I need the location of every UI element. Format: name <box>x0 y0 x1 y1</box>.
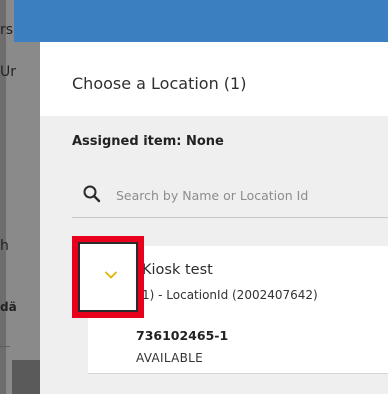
search-input[interactable] <box>116 185 376 205</box>
search-field[interactable] <box>72 172 388 218</box>
background-app <box>0 0 40 394</box>
background-text-fragment: h <box>0 238 9 254</box>
expand-toggle-button[interactable] <box>72 236 144 318</box>
dialog-header: Choose a Location (1) <box>40 42 388 116</box>
location-dialog: Choose a Location (1) Assigned item: Non… <box>40 42 388 394</box>
background-text-fragment: rs <box>0 22 14 38</box>
background-shadow <box>12 360 40 394</box>
item-id: 736102465-1 <box>136 328 229 343</box>
assigned-item-label: Assigned item: None <box>72 134 224 149</box>
chevron-down-icon <box>105 271 117 279</box>
background-divider <box>0 346 10 347</box>
background-text-fragment: Ur <box>0 64 17 80</box>
location-detail: 1) - LocationId (2002407642) <box>142 288 318 302</box>
dialog-title: Choose a Location (1) <box>72 74 247 93</box>
background-text-fragment: dä <box>0 300 17 314</box>
search-icon <box>83 185 101 203</box>
top-bar <box>14 0 388 42</box>
location-name: Kiosk test <box>142 262 213 278</box>
item-status: AVAILABLE <box>136 351 204 365</box>
background-stripe <box>0 0 6 394</box>
